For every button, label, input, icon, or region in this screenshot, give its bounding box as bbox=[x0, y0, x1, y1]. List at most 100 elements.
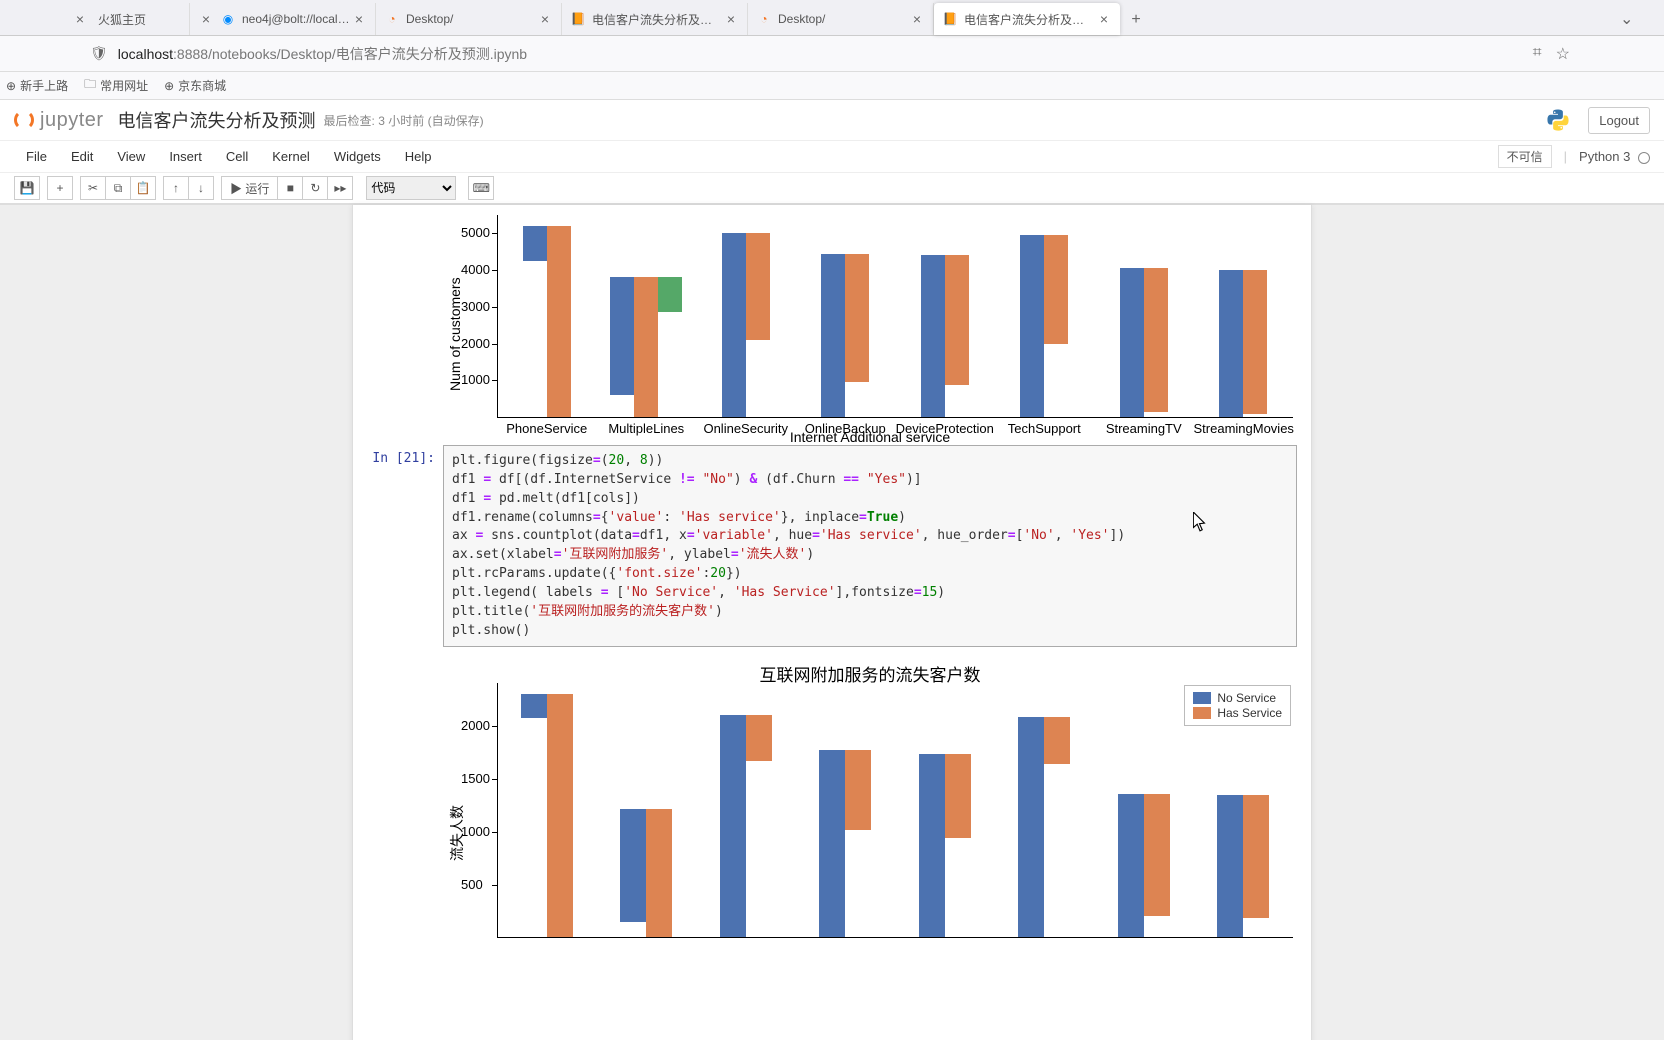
move-up-button[interactable]: ↑ bbox=[163, 176, 189, 200]
tab-1[interactable]: × ◉ neo4j@bolt://localhost:7687 × bbox=[190, 3, 376, 35]
jupyter-logo[interactable]: jupyter bbox=[14, 109, 104, 132]
menu-file[interactable]: File bbox=[14, 143, 59, 170]
xcat-label: PhoneService bbox=[497, 421, 597, 436]
bar bbox=[720, 715, 746, 937]
cut-button[interactable]: ✂ bbox=[80, 176, 106, 200]
jupyter-icon: ◔ bbox=[756, 11, 772, 27]
legend-label: Has Service bbox=[1217, 706, 1282, 720]
notebook-container: . Num of customers Internet Additional s… bbox=[352, 205, 1312, 1040]
menu-kernel[interactable]: Kernel bbox=[260, 143, 322, 170]
bar-group bbox=[821, 254, 869, 417]
bar-group bbox=[1020, 235, 1068, 417]
bar bbox=[1144, 268, 1168, 411]
restart-run-button[interactable]: ▸▸ bbox=[327, 176, 353, 200]
menu-edit[interactable]: Edit bbox=[59, 143, 105, 170]
notebook-name[interactable]: 电信客户流失分析及预测 bbox=[118, 107, 316, 133]
address-bar: 🛡 localhost:8888/notebooks/Desktop/电信客户流… bbox=[0, 36, 1664, 72]
bar bbox=[547, 694, 573, 937]
new-tab-button[interactable]: + bbox=[1120, 11, 1152, 35]
close-icon[interactable]: × bbox=[909, 11, 925, 27]
copy-button[interactable]: ⧉ bbox=[105, 176, 131, 200]
stop-button[interactable]: ■ bbox=[277, 176, 303, 200]
ytick-label: 2000 bbox=[461, 718, 490, 733]
move-down-button[interactable]: ↓ bbox=[188, 176, 214, 200]
tab-label: 火狐主页 bbox=[98, 11, 181, 28]
menubar: File Edit View Insert Cell Kernel Widget… bbox=[0, 140, 1664, 172]
tab-label: Desktop/ bbox=[778, 12, 909, 26]
bookmark-item[interactable]: ⊕ 新手上路 bbox=[6, 77, 68, 94]
bar bbox=[547, 226, 571, 417]
python-logo-icon bbox=[1544, 106, 1572, 134]
bookmark-item[interactable]: ⊕ 京东商城 bbox=[164, 77, 226, 94]
bookmark-icon[interactable]: ☆ bbox=[1556, 44, 1570, 64]
legend-swatch-icon bbox=[1193, 692, 1211, 704]
bar-group bbox=[1118, 794, 1170, 938]
tab-3[interactable]: 📙 电信客户流失分析及预测 - Jupy × bbox=[562, 3, 748, 35]
tab-0[interactable]: × 火狐主页 bbox=[4, 3, 190, 35]
mouse-cursor-icon bbox=[1193, 512, 1207, 532]
ytick-label: 2000 bbox=[461, 336, 490, 351]
output-cell-chart1: . Num of customers Internet Additional s… bbox=[353, 205, 1311, 443]
celltype-select[interactable]: 代码 bbox=[366, 176, 456, 200]
kernel-indicator[interactable]: Python 3 bbox=[1579, 149, 1650, 164]
bookmark-item[interactable]: 🗀 常用网址 bbox=[84, 75, 148, 96]
bar-group bbox=[921, 255, 969, 417]
trusted-indicator[interactable]: 不可信 bbox=[1498, 145, 1552, 168]
bar-group bbox=[720, 715, 772, 937]
logout-button[interactable]: Logout bbox=[1588, 107, 1650, 134]
close-icon[interactable]: × bbox=[198, 11, 214, 27]
xcat-label: StreamingTV bbox=[1094, 421, 1194, 436]
close-icon[interactable]: × bbox=[1096, 11, 1112, 27]
code-cell[interactable]: In [21]: plt.figure(figsize=(20, 8))df1 … bbox=[353, 443, 1311, 649]
paste-button[interactable]: 📋 bbox=[130, 176, 156, 200]
bar bbox=[821, 254, 845, 417]
kernel-status-icon bbox=[1638, 152, 1650, 164]
bar bbox=[945, 255, 969, 384]
bar bbox=[722, 233, 746, 417]
close-icon[interactable]: × bbox=[72, 11, 88, 27]
bar bbox=[646, 809, 672, 937]
bar bbox=[746, 715, 772, 761]
close-icon[interactable]: × bbox=[723, 11, 739, 27]
shield-icon[interactable]: 🛡 bbox=[90, 45, 108, 62]
jupyter-header: jupyter 电信客户流失分析及预测 最后检查: 3 小时前 (自动保存) L… bbox=[0, 100, 1664, 205]
menu-help[interactable]: Help bbox=[393, 143, 444, 170]
bar bbox=[1219, 270, 1243, 417]
chart-churn-customers: 互联网附加服务的流失客户数 流失人数 No Service Has Servic… bbox=[443, 661, 1297, 961]
code-editor[interactable]: plt.figure(figsize=(20, 8))df1 = df[(df.… bbox=[443, 445, 1297, 647]
menu-view[interactable]: View bbox=[105, 143, 157, 170]
save-button[interactable]: 💾 bbox=[14, 176, 40, 200]
jupyter-icon: ◔ bbox=[384, 11, 400, 27]
add-cell-button[interactable]: + bbox=[47, 176, 73, 200]
run-button[interactable]: ▶ 运行 bbox=[221, 176, 278, 200]
notebook-icon: 📙 bbox=[942, 11, 958, 27]
tab-dropdown-button[interactable]: ⌄ bbox=[1620, 9, 1660, 35]
checkpoint-status: 最后检查: 3 小时前 (自动保存) bbox=[324, 112, 484, 129]
qr-icon[interactable]: ⌗ bbox=[1533, 44, 1542, 64]
bar-group bbox=[1018, 717, 1070, 937]
bar bbox=[1217, 795, 1243, 938]
command-palette-button[interactable]: ⌨ bbox=[468, 176, 494, 200]
menu-widgets[interactable]: Widgets bbox=[322, 143, 393, 170]
bar bbox=[1243, 270, 1267, 414]
tab-2[interactable]: ◔ Desktop/ × bbox=[376, 3, 562, 35]
tab-label: Desktop/ bbox=[406, 12, 537, 26]
ytick-label: 500 bbox=[461, 877, 483, 892]
legend-label: No Service bbox=[1217, 691, 1276, 705]
restart-button[interactable]: ↻ bbox=[302, 176, 328, 200]
ytick-label: 5000 bbox=[461, 225, 490, 240]
close-icon[interactable]: × bbox=[351, 11, 367, 27]
bar-group bbox=[1120, 268, 1168, 417]
url-field[interactable]: localhost:8888/notebooks/Desktop/电信客户流失分… bbox=[118, 44, 1523, 64]
ytick-label: 3000 bbox=[461, 299, 490, 314]
close-icon[interactable]: × bbox=[537, 11, 553, 27]
bar-group bbox=[610, 277, 682, 417]
bar bbox=[746, 233, 770, 340]
tab-4[interactable]: ◔ Desktop/ × bbox=[748, 3, 934, 35]
tab-5[interactable]: 📙 电信客户流失分析及预测 - Jupy × bbox=[934, 3, 1120, 35]
bar bbox=[1120, 268, 1144, 417]
menu-cell[interactable]: Cell bbox=[214, 143, 260, 170]
bar-group bbox=[722, 233, 770, 417]
menu-insert[interactable]: Insert bbox=[157, 143, 214, 170]
bar bbox=[634, 277, 658, 417]
